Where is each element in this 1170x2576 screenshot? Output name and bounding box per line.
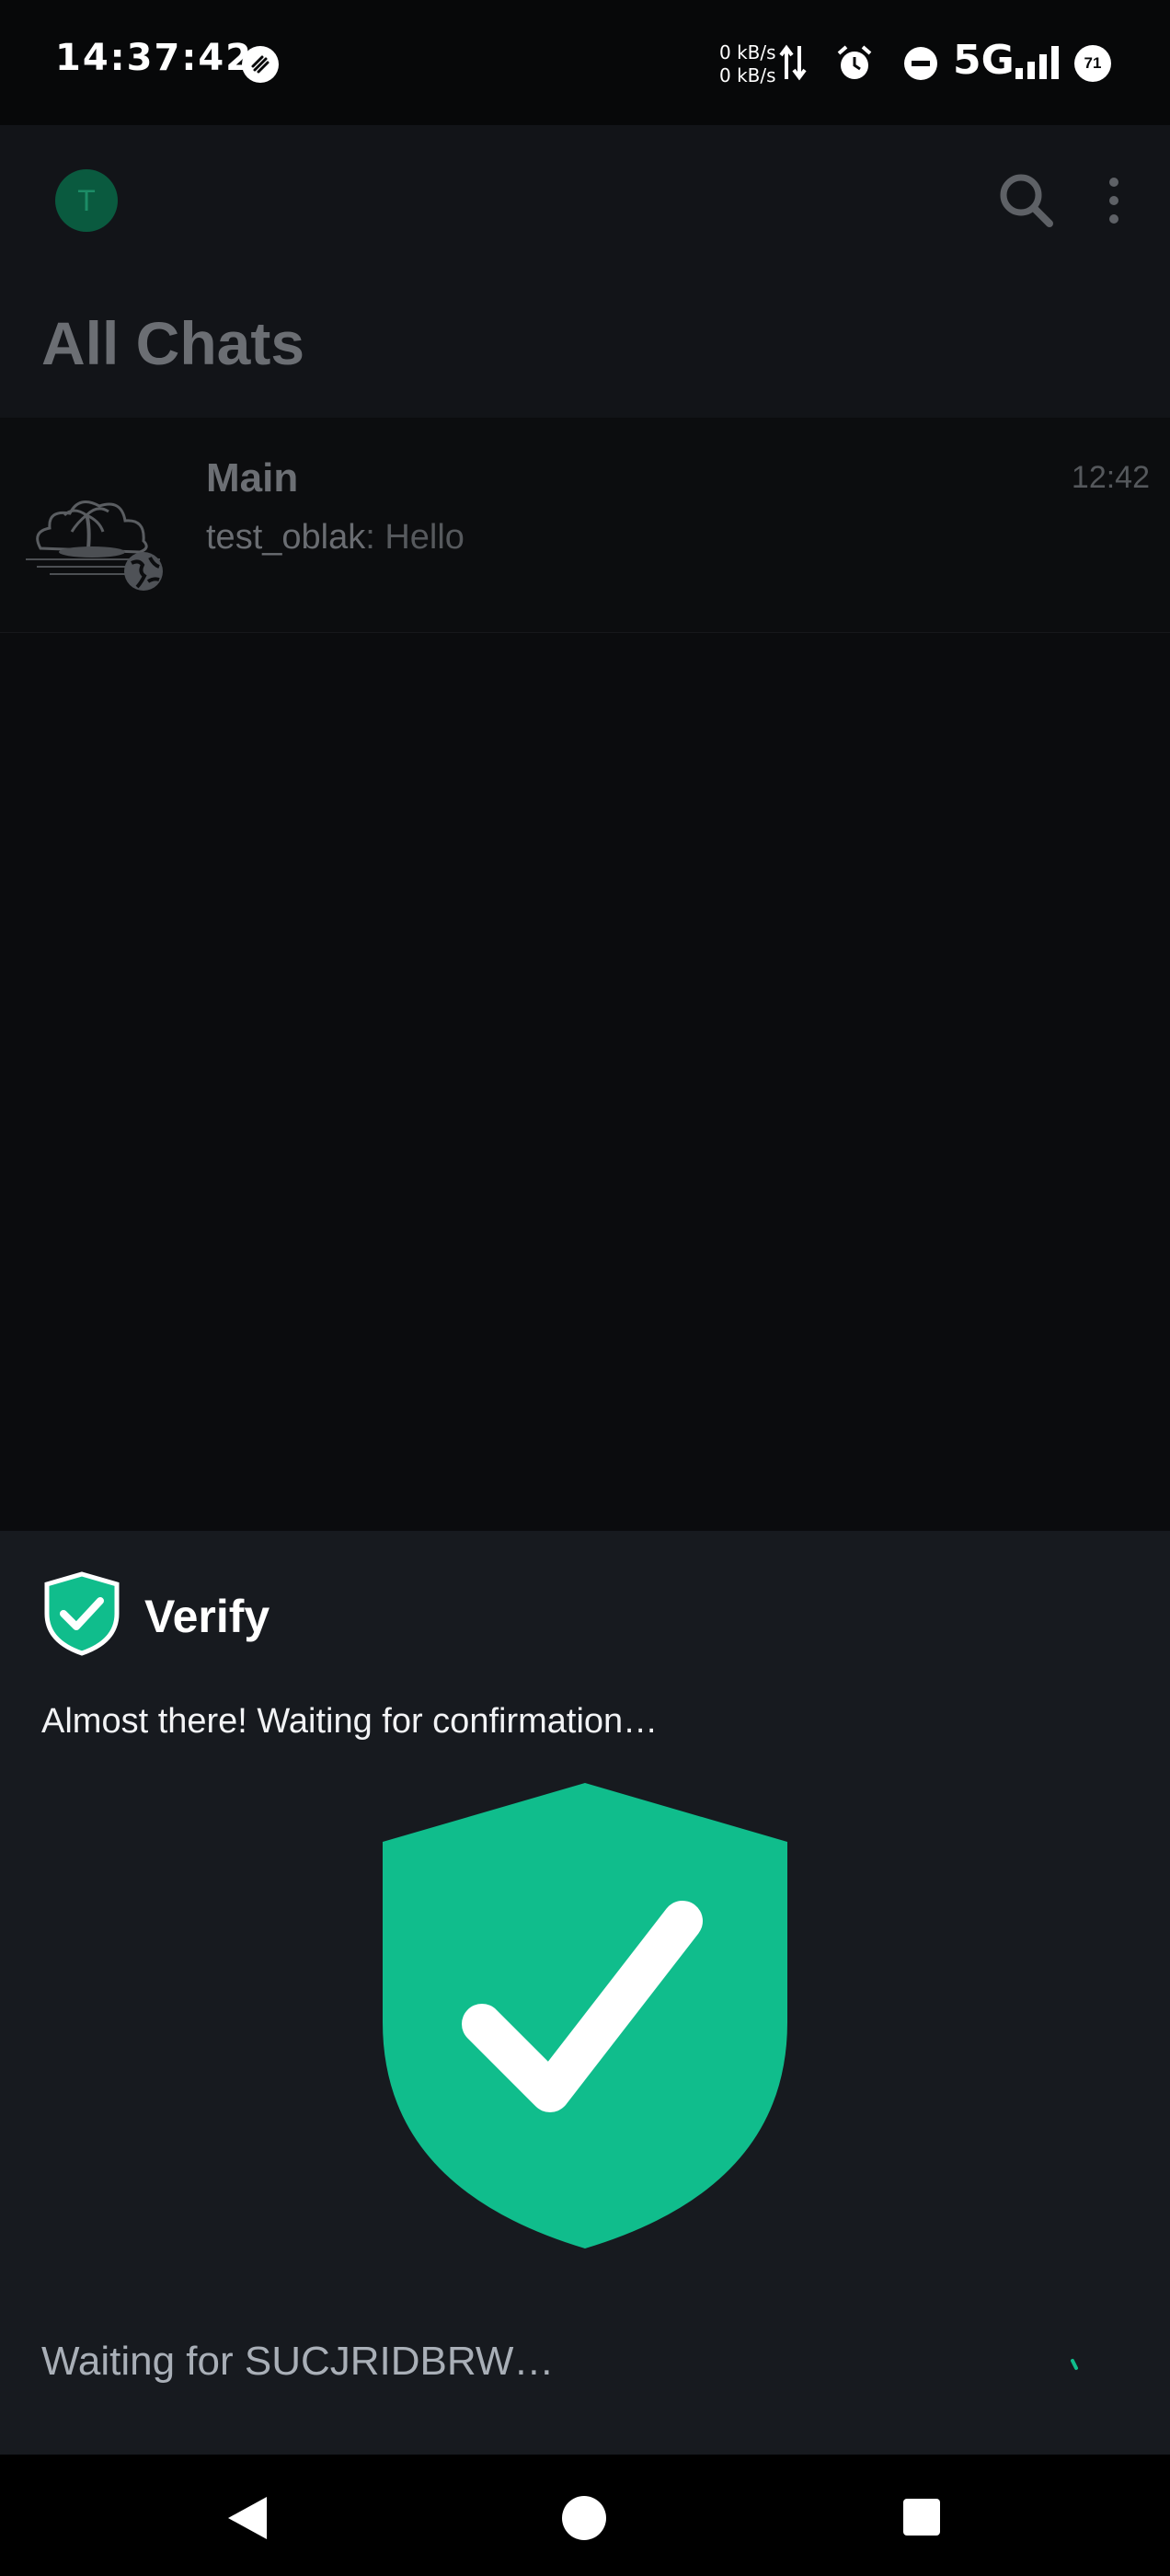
loading-spinner: [1071, 2359, 1078, 2370]
network-type: 5G: [953, 37, 1015, 84]
home-icon[interactable]: [561, 2495, 607, 2541]
do-not-disturb-icon: [904, 47, 937, 80]
chat-name: Main: [206, 455, 299, 500]
chat-sender: test_oblak: [206, 518, 366, 557]
waiting-status: Waiting for SUCJRIDBRW…: [41, 2339, 555, 2384]
chat-preview: test_oblak: Hello: [206, 518, 465, 558]
large-shield-check-icon: [383, 1783, 787, 2248]
network-speed: 0 kB/s 0 kB/s: [719, 41, 776, 87]
signal-icon: [1015, 46, 1059, 79]
data-transfer-icon: [779, 44, 807, 81]
account-avatar[interactable]: T: [55, 169, 118, 232]
back-icon[interactable]: [224, 2495, 270, 2541]
download-speed: 0 kB/s: [719, 64, 776, 86]
chat-list-item[interactable]: [0, 419, 1170, 633]
status-bar: 14:37:42 0 kB/s 0 kB/s 5G 71: [0, 0, 1170, 125]
upload-speed: 0 kB/s: [719, 41, 776, 63]
verify-title: Verify: [144, 1591, 270, 1642]
battery-icon: 71: [1074, 45, 1111, 82]
notification-icon: [242, 46, 279, 83]
chat-time: 12:42: [1071, 460, 1150, 495]
shield-check-icon: [44, 1571, 120, 1656]
battery-level: 71: [1084, 54, 1102, 72]
page-title: All Chats: [41, 309, 305, 377]
chat-message: : Hello: [365, 518, 465, 557]
verify-message: Almost there! Waiting for confirmation…: [41, 1702, 659, 1741]
globe-icon: [124, 552, 163, 591]
status-time: 14:37:42: [55, 37, 253, 79]
navigation-bar: [0, 2455, 1170, 2576]
more-options-icon[interactable]: [1104, 175, 1124, 226]
alarm-icon: [837, 45, 872, 79]
recents-icon[interactable]: [901, 2497, 942, 2537]
search-icon[interactable]: [997, 171, 1054, 228]
